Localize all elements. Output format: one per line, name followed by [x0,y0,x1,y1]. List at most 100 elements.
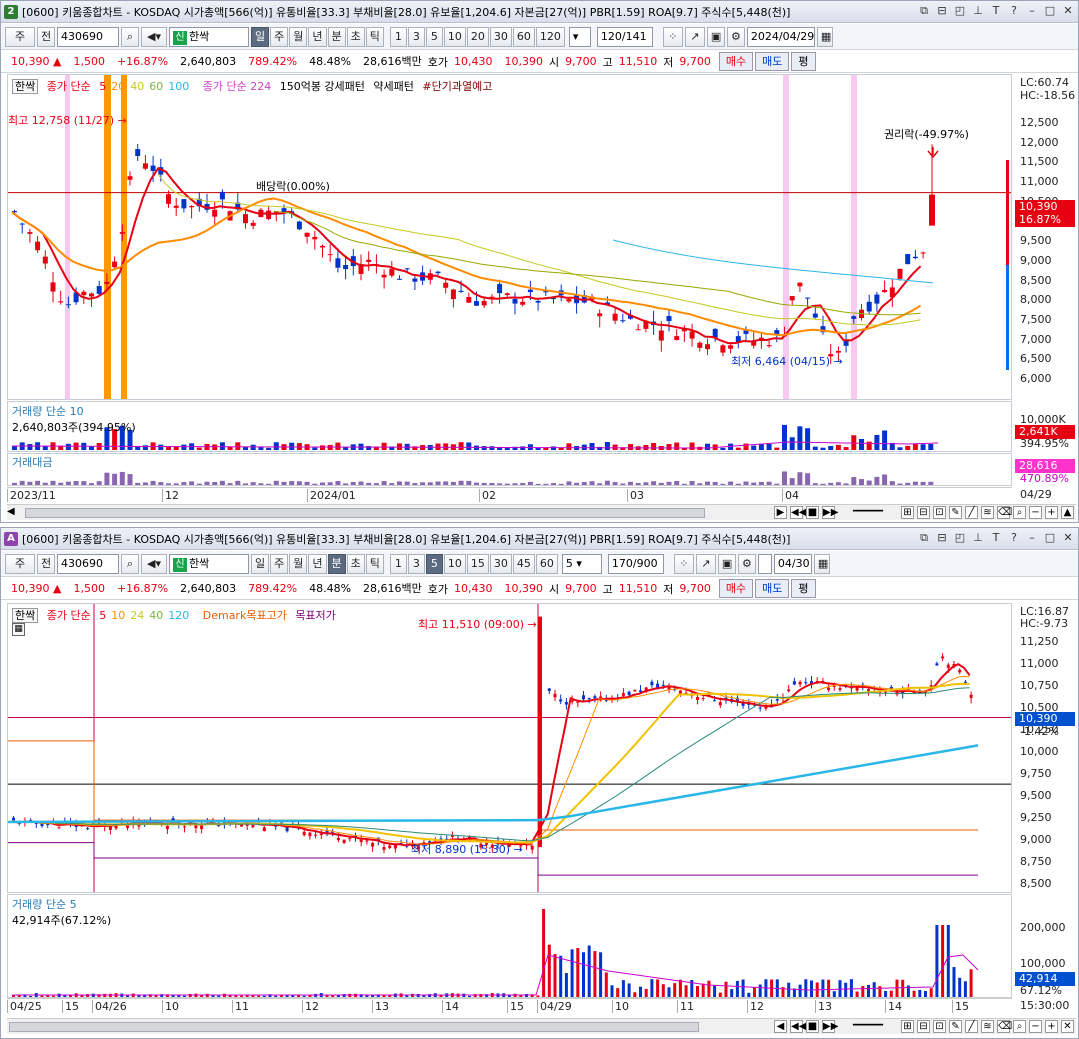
legend-ma-60[interactable]: 60 [149,80,163,93]
interval-button-4[interactable]: 20 [466,26,489,47]
legend-ma-20[interactable]: 20 [111,80,125,93]
calendar-icon[interactable]: ▦ [813,553,830,574]
price-chart-panel[interactable]: 한싹 종가 단순 5 10 24 40 120 Demark목표고가 목표저가 ▦ 최고… [7,603,1012,893]
buy-button[interactable]: 매수 [718,52,754,71]
pin-icon[interactable]: ⊥ [972,4,984,18]
legend-ma-120[interactable]: 120 [168,609,189,622]
maximize-icon[interactable]: □ [1044,4,1056,18]
stock-name-field[interactable]: 신 한싹 [169,553,249,574]
chart-scrollbar[interactable]: ◀ ◀◀ ■ ▶▶ ━━━━━ ⊞ ⊟ ⊡ ✎ ╱ ≋ ⌫ ⌕ − + ✕ [7,1018,1076,1034]
zoom-search-icon[interactable]: ⌕ [1013,506,1026,519]
layout3-icon[interactable]: ⊡ [933,506,946,519]
rewind-icon[interactable]: ◀◀ [790,506,806,519]
fast-forward-icon[interactable]: ▶▶ [822,506,838,519]
close-icon[interactable]: ✕ [1062,531,1074,545]
fast-forward-icon[interactable]: ▶▶ [822,1020,838,1033]
restore-icon[interactable]: ◰ [954,531,966,545]
period-select[interactable]: 주 [5,553,35,574]
fib-tool-icon[interactable]: ≋ [981,506,994,519]
period-button-4[interactable]: 분 [327,26,346,47]
fib-tool-icon[interactable]: ≋ [981,1020,994,1033]
chart-scrollbar[interactable]: ◀ ▶ ◀◀ ■ ▶▶ ━━━━━ ⊞ ⊟ ⊡ ✎ ╱ ≋ ⌫ ⌕ − + ▲ [7,504,1076,520]
zoom-slider[interactable]: ━━━━━ [838,1020,898,1033]
scroll-thumb[interactable] [9,1022,699,1032]
maximize-icon[interactable]: □ [1044,531,1056,545]
prev-button[interactable]: 전 [37,553,55,574]
count-input[interactable]: 120/141 [596,26,653,47]
period-button-4[interactable]: 분 [327,553,346,574]
zoom-in-icon[interactable]: + [1045,1020,1058,1033]
zoom-slider[interactable]: ━━━━━ [838,506,898,519]
zoom-out-icon[interactable]: − [1029,1020,1042,1033]
scroll-up-icon[interactable]: ▲ [1061,506,1074,519]
scroll-left-icon[interactable]: ◀ [7,506,15,517]
interval-button-1[interactable]: 3 [407,553,425,574]
grid-icon[interactable]: ⁘ [662,26,683,47]
period-button-6[interactable]: 틱 [365,553,384,574]
period-select[interactable]: 주 [5,26,35,47]
legend-stock[interactable]: 한싹 [12,608,39,623]
interval-button-4[interactable]: 15 [466,553,489,574]
interval-button-0[interactable]: 1 [389,26,407,47]
period-button-1[interactable]: 주 [270,553,289,574]
layout2-icon[interactable]: ⊟ [917,1020,930,1033]
interval-button-3[interactable]: 10 [443,26,466,47]
save-icon[interactable]: ▣ [717,553,736,574]
period-button-6[interactable]: 틱 [365,26,384,47]
volume-panel[interactable]: 거래량 단순 5 42,914주(67.12%) [7,894,1012,998]
speaker-icon[interactable]: ◀▾ [141,553,167,574]
erase-tool-icon[interactable]: ⌫ [997,506,1012,519]
interval-button-5[interactable]: 30 [489,26,512,47]
interval-button-7[interactable]: 120 [535,26,565,47]
play-icon[interactable]: ◀ [774,1020,787,1033]
settings-gear-icon[interactable]: ⚙ [737,553,756,574]
line-tool-icon[interactable]: ╱ [965,506,978,519]
zoom-out-icon[interactable]: − [1029,506,1042,519]
zoom-in-icon[interactable]: + [1045,506,1058,519]
help-icon[interactable]: ? [1008,4,1020,18]
stock-code-input[interactable]: 430690 [57,26,119,47]
close-icon[interactable]: ✕ [1062,4,1074,18]
dock-icon[interactable]: ⊟ [936,4,948,18]
prev-button[interactable]: 전 [37,26,55,47]
interval-button-7[interactable]: 60 [535,553,558,574]
search-icon[interactable]: ⌕ [121,553,139,574]
legend-ma-40[interactable]: 40 [149,609,163,622]
period-button-1[interactable]: 주 [270,26,289,47]
layout3-icon[interactable]: ⊡ [933,1020,946,1033]
stock-code-input[interactable]: 430690 [57,553,119,574]
period-button-3[interactable]: 년 [308,26,327,47]
drawing-tool-icon[interactable]: ✎ [949,1020,962,1033]
save-icon[interactable]: ▣ [706,26,725,47]
drawing-tool-icon[interactable]: ✎ [949,506,962,519]
minimize-icon[interactable]: – [1026,531,1038,545]
interval-button-6[interactable]: 45 [512,553,535,574]
calendar-icon[interactable]: ▦ [816,26,833,47]
rewind-icon[interactable]: ◀◀ [790,1020,806,1033]
buy-button[interactable]: 매수 [718,579,754,598]
window-titlebar[interactable]: 2 [0600] 키움종합차트 - KOSDAQ 시가총액[566(억)] 유통… [1,1,1078,23]
sell-button[interactable]: 매도 [755,579,790,598]
erase-tool-icon[interactable]: ⌫ [997,1020,1012,1033]
settings-gear-icon[interactable]: ⚙ [726,26,745,47]
period-button-5[interactable]: 초 [346,553,365,574]
legend-ma-100[interactable]: 100 [168,80,189,93]
date-input[interactable]: 2024/04/29 [746,26,815,47]
price-chart-panel[interactable]: 한싹 종가 단순 5 20 40 60 100 종가 단순 224 150억봉 강세패턴… [7,74,1012,400]
interval-button-0[interactable]: 1 [389,553,407,574]
period-button-0[interactable]: 일 [251,553,270,574]
window-titlebar[interactable]: A [0600] 키움종합차트 - KOSDAQ 시가총액[566(억)] 유통… [1,528,1078,550]
interval-dropdown[interactable]: 5 ▾ [561,553,602,574]
play-icon[interactable]: ▶ [774,506,787,519]
interval-button-3[interactable]: 10 [443,553,466,574]
scroll-down-icon[interactable]: ✕ [1061,1020,1074,1033]
stop-icon[interactable]: ■ [806,1020,819,1033]
minimize-icon[interactable]: – [1026,4,1038,18]
help-icon[interactable]: ? [1008,531,1020,545]
legend-ma-5[interactable]: 5 [99,609,106,622]
restore-icon[interactable]: ◰ [954,4,966,18]
legend-ma-10[interactable]: 10 [111,609,125,622]
interval-button-1[interactable]: 3 [407,26,425,47]
interval-button-6[interactable]: 60 [512,26,535,47]
layout2-icon[interactable]: ⊟ [917,506,930,519]
